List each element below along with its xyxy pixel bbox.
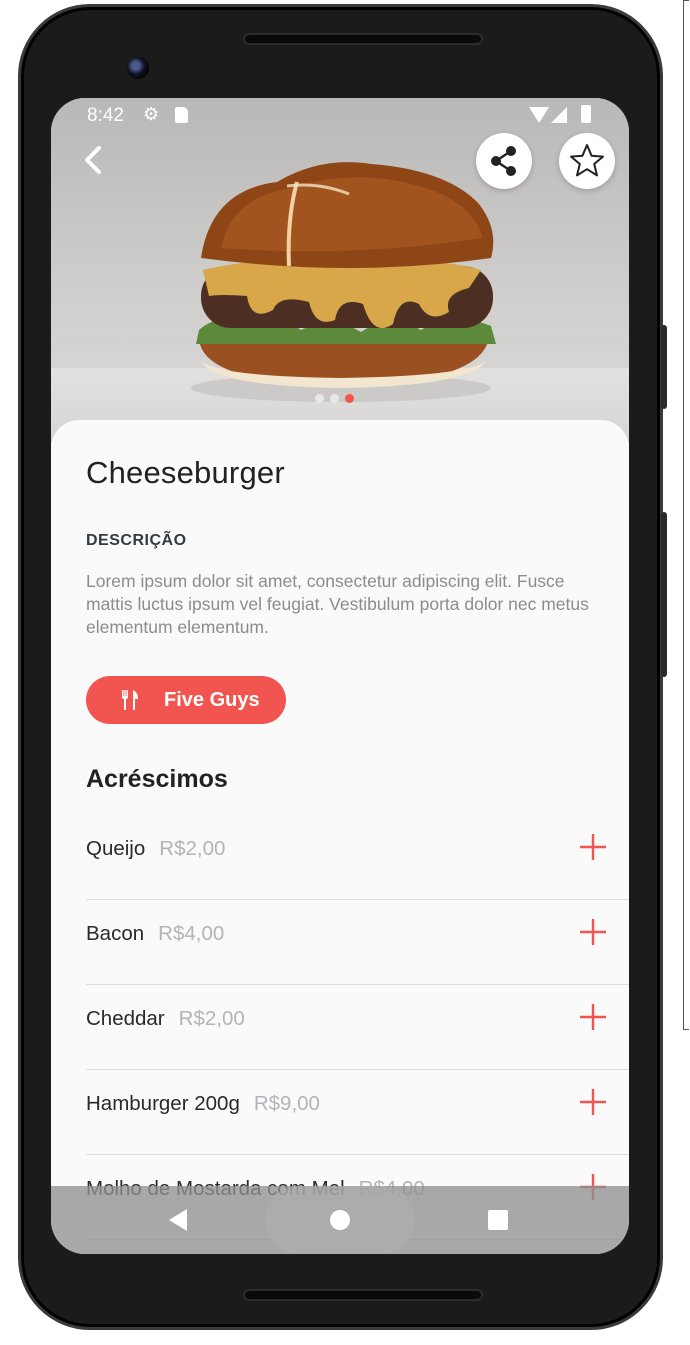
- status-time: 8:42: [87, 105, 124, 126]
- volume-button: [661, 512, 667, 677]
- extras-heading: Acréscimos: [86, 765, 228, 793]
- top-speaker: [243, 33, 483, 45]
- extra-price: R$9,00: [253, 1092, 320, 1115]
- nav-home-icon[interactable]: [330, 1210, 350, 1230]
- extras-list: Queijo R$2,00 Bacon R$4,00 Cheddar R$2,00 H…: [86, 815, 629, 1240]
- extra-item: Bacon R$4,00: [86, 900, 629, 985]
- extra-item: Cheddar R$2,00: [86, 985, 629, 1070]
- extra-name: Hamburger 200g: [86, 1092, 240, 1115]
- product-details-card: Cheeseburger DESCRIÇÃO Lorem ipsum dolor…: [51, 420, 629, 1254]
- carousel-dot[interactable]: [315, 394, 324, 403]
- share-button[interactable]: [476, 133, 532, 189]
- fork-knife-icon: [122, 690, 138, 710]
- power-button: [661, 325, 667, 409]
- plus-icon[interactable]: [579, 833, 607, 861]
- app-screen: 8:42 ⚙ Cheeseburger DESCRIÇÃO Lorem ipsu…: [51, 98, 629, 1254]
- plus-icon[interactable]: [579, 1003, 607, 1031]
- extra-item: Hamburger 200g R$9,00: [86, 1070, 629, 1155]
- product-title: Cheeseburger: [86, 455, 285, 490]
- product-description: Lorem ipsum dolor sit amet, consectetur …: [86, 571, 589, 637]
- system-navigation-bar: [51, 1186, 629, 1254]
- status-bar: 8:42 ⚙: [51, 98, 629, 134]
- carousel-dot-active[interactable]: [345, 394, 354, 403]
- settings-gear-icon: ⚙: [143, 104, 160, 124]
- favorite-button[interactable]: [559, 133, 615, 189]
- extra-item: Queijo R$2,00: [86, 815, 629, 900]
- extra-price: R$2,00: [178, 1007, 245, 1030]
- back-arrow-icon: [85, 146, 101, 174]
- front-camera: [127, 57, 149, 79]
- product-image: 8:42 ⚙: [51, 98, 629, 443]
- extra-name: Bacon: [86, 922, 145, 945]
- plus-icon[interactable]: [579, 1088, 607, 1116]
- star-icon: [570, 144, 604, 177]
- restaurant-chip[interactable]: Five Guys: [86, 676, 286, 724]
- restaurant-name: Five Guys: [164, 688, 260, 711]
- cell-signal-icon: [551, 107, 567, 123]
- carousel-dot[interactable]: [330, 394, 339, 403]
- sd-card-icon: [175, 107, 188, 123]
- back-button[interactable]: [77, 140, 113, 180]
- share-icon: [491, 146, 516, 176]
- wifi-icon: [529, 107, 549, 123]
- description-heading: DESCRIÇÃO: [86, 532, 187, 549]
- extra-price: R$2,00: [159, 837, 226, 860]
- carousel-indicator: [315, 394, 354, 403]
- nav-recents-icon[interactable]: [488, 1210, 508, 1230]
- extra-name: Cheddar: [86, 1007, 165, 1030]
- burger-illustration: [191, 162, 496, 402]
- bottom-speaker: [243, 1289, 483, 1301]
- nav-back-icon[interactable]: [169, 1209, 187, 1231]
- window-frame-edge: [683, 0, 689, 1030]
- plus-icon[interactable]: [579, 918, 607, 946]
- extra-name: Queijo: [86, 837, 146, 860]
- battery-icon: [581, 105, 591, 123]
- extra-price: R$4,00: [158, 922, 225, 945]
